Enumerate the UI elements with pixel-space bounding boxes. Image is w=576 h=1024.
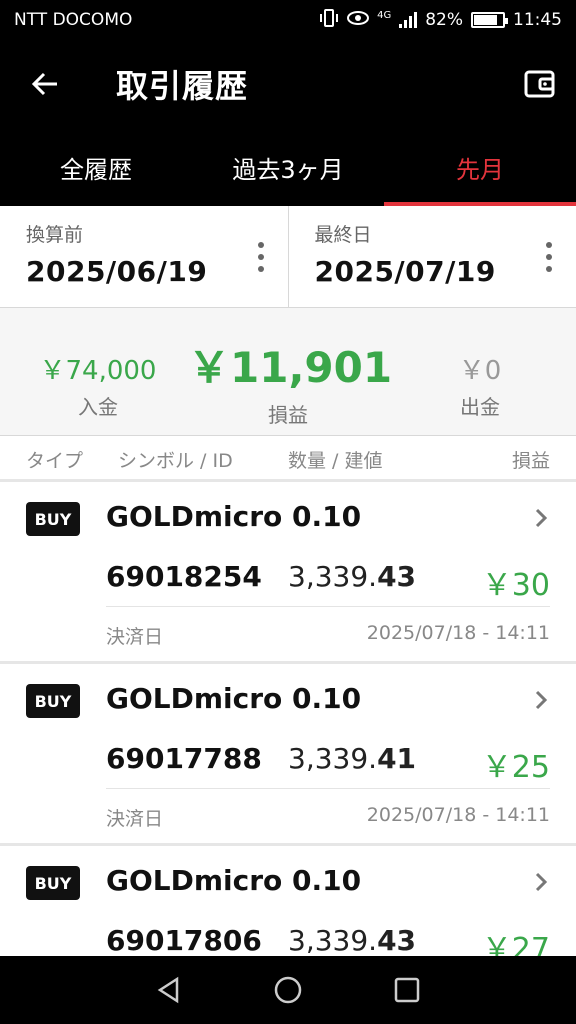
eye-icon: [347, 10, 370, 31]
deposit-value: ￥74,000: [39, 356, 157, 386]
arrow-left-icon: [31, 72, 57, 96]
wallet-icon: [524, 70, 555, 98]
signal-icon: [399, 12, 418, 28]
trade-id: 69017806: [106, 924, 262, 957]
trade-symbol: GOLDmicro 0.10: [106, 682, 362, 715]
withdrawal-summary: ￥0 出金: [398, 350, 562, 420]
nav-back-button[interactable]: [149, 970, 189, 1010]
app-bar: 取引履歴: [0, 40, 576, 128]
pnl-summary: ￥11,901 損益: [188, 334, 393, 428]
summary-panel: ￥74,000 入金 ￥11,901 損益 ￥0 出金: [0, 308, 576, 436]
circle-home-icon: [274, 976, 302, 1004]
settle-date-label: 決済日: [106, 626, 164, 648]
period-tabs: 全履歴 過去3ヶ月 先月: [0, 128, 576, 206]
end-date-label: 最終日: [314, 224, 372, 246]
column-qty-price: 数量 / 建値: [288, 450, 383, 472]
tab-last-month[interactable]: 先月: [384, 128, 576, 206]
page-title: 取引履歴: [116, 67, 249, 105]
row-divider: [106, 788, 550, 789]
side-badge: BUY: [26, 502, 80, 536]
triangle-back-icon: [158, 976, 179, 1004]
deposit-label: 入金: [78, 395, 118, 419]
side-badge: BUY: [26, 866, 80, 900]
nav-recents-button[interactable]: [387, 970, 427, 1010]
battery-percent: 82%: [425, 10, 463, 30]
nav-home-button[interactable]: [268, 970, 308, 1010]
battery-icon: [471, 12, 508, 28]
date-range: 換算前 2025/06/19 最終日 2025/07/19: [0, 206, 576, 308]
wallet-button[interactable]: [522, 66, 558, 102]
entry-price: 3,339.43: [288, 924, 417, 957]
back-button[interactable]: [0, 40, 90, 128]
table-header: タイプ シンボル / ID 数量 / 建値 損益: [0, 436, 576, 482]
trade-id: 69018254: [106, 560, 262, 593]
carrier-name: NTT DOCOMO: [14, 10, 133, 30]
entry-price: 3,339.41: [288, 742, 417, 775]
deposit-summary: ￥74,000 入金: [18, 350, 178, 420]
start-date-menu-icon[interactable]: [256, 242, 266, 272]
entry-price: 3,339.43: [288, 560, 417, 593]
settle-date-value: 2025/07/18 - 14:11: [366, 804, 550, 826]
end-date-picker[interactable]: 最終日 2025/07/19: [287, 206, 576, 307]
status-icons: 4G 82% 11:45: [319, 8, 562, 32]
battery-level: [474, 15, 497, 25]
vibrate-icon: [319, 8, 339, 32]
clock: 11:45: [513, 10, 562, 30]
trade-id: 69017788: [106, 742, 262, 775]
row-divider: [106, 606, 550, 607]
settle-date-value: 2025/07/18 - 14:11: [366, 622, 550, 644]
pnl-total-value: ￥11,901: [188, 343, 393, 392]
trade-symbol: GOLDmicro 0.10: [106, 864, 362, 897]
chevron-right-icon: [535, 690, 548, 710]
withdrawal-value: ￥0: [458, 356, 502, 386]
system-nav-bar: [0, 956, 576, 1024]
tab-all-history[interactable]: 全履歴: [0, 128, 192, 206]
trade-pnl: ￥30: [481, 568, 550, 603]
end-date-value: 2025/07/19: [314, 255, 496, 288]
trade-pnl: ￥25: [481, 750, 550, 785]
trade-symbol: GOLDmicro 0.10: [106, 500, 362, 533]
start-date-picker[interactable]: 換算前 2025/06/19: [0, 206, 288, 307]
square-recents-icon: [394, 977, 419, 1003]
start-date-value: 2025/06/19: [26, 255, 208, 288]
trade-row[interactable]: BUY GOLDmicro 0.10 69017788 3,339.41 ￥25…: [0, 664, 576, 846]
column-pnl: 損益: [511, 450, 550, 472]
column-symbol-id: シンボル / ID: [118, 450, 233, 472]
pnl-label: 損益: [268, 403, 308, 427]
end-date-menu-icon[interactable]: [544, 242, 554, 272]
status-bar: NTT DOCOMO 4G 82% 11:45: [0, 0, 576, 40]
chevron-right-icon: [535, 508, 548, 528]
network-type: 4G: [377, 9, 392, 21]
trade-row[interactable]: BUY GOLDmicro 0.10 69018254 3,339.43 ￥30…: [0, 482, 576, 664]
side-badge: BUY: [26, 684, 80, 718]
tab-past-3-months[interactable]: 過去3ヶ月: [192, 128, 384, 206]
column-type: タイプ: [26, 450, 84, 472]
withdrawal-label: 出金: [460, 395, 500, 419]
chevron-right-icon: [535, 872, 548, 892]
settle-date-label: 決済日: [106, 808, 164, 830]
start-date-label: 換算前: [26, 224, 84, 246]
